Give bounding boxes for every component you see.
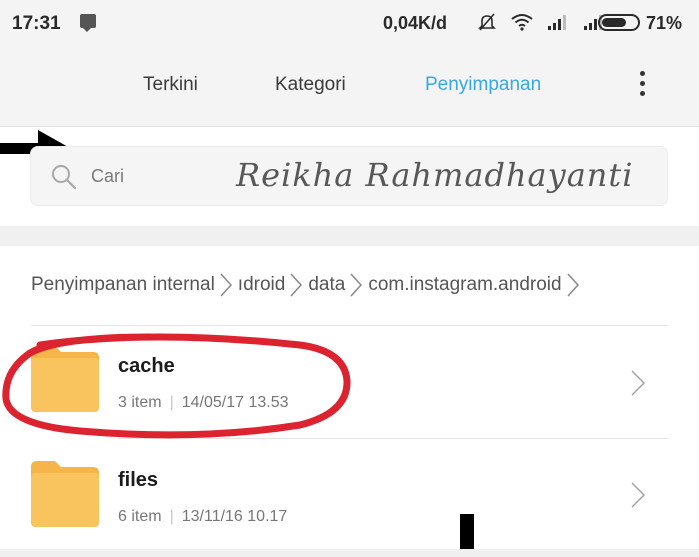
- search-input[interactable]: [91, 161, 211, 191]
- status-bar: 17:31 0,04K/d 71%: [0, 0, 699, 46]
- file-name: files: [118, 469, 159, 491]
- more-dot-icon: [639, 91, 645, 96]
- breadcrumb-chevron-icon: [290, 273, 303, 297]
- silent-icon: [478, 13, 496, 31]
- folder-icon: [31, 461, 99, 527]
- section-spacer: [0, 226, 699, 246]
- file-date: 14/05/17 13.53: [181, 394, 289, 411]
- more-dot-icon: [639, 71, 645, 76]
- signal-icon: [548, 15, 566, 30]
- breadcrumb-item[interactable]: data: [308, 274, 345, 296]
- bbm-icon: [80, 14, 96, 32]
- tab-category[interactable]: Kategori: [275, 74, 346, 96]
- battery-percent: 71%: [646, 13, 683, 33]
- folder-icon: [31, 346, 99, 412]
- chevron-right-icon: [631, 482, 645, 508]
- breadcrumb-item[interactable]: Penyimpanan internal: [31, 274, 215, 296]
- more-dot-icon: [639, 81, 645, 86]
- status-time: 17:31: [12, 13, 61, 34]
- battery-icon: [598, 14, 640, 31]
- breadcrumb-chevron-icon: [220, 273, 232, 297]
- file-meta: 3 item | 14/05/17 13.53: [118, 394, 289, 411]
- battery-level: [602, 18, 627, 27]
- breadcrumb-chevron-icon: [567, 273, 579, 297]
- breadcrumb-item[interactable]: com.instagram.android: [368, 274, 561, 296]
- tab-storage[interactable]: Penyimpanan: [425, 74, 541, 96]
- file-name: cache: [118, 355, 175, 377]
- status-icons: [477, 11, 605, 33]
- chevron-right-icon: [631, 370, 645, 396]
- header-divider: [0, 126, 699, 127]
- more-options-button[interactable]: [636, 68, 648, 102]
- file-item-count: 6 item: [118, 508, 162, 525]
- file-date: 13/11/16 10.17: [181, 508, 288, 525]
- search-icon: [52, 165, 77, 190]
- breadcrumb-chevron-icon: [350, 273, 363, 297]
- tab-bar: Terkini Kategori Penyimpanan: [0, 46, 699, 126]
- file-item-count: 3 item: [118, 394, 162, 411]
- file-row[interactable]: cache 3 item | 14/05/17 13.53: [0, 326, 699, 438]
- file-meta: 6 item | 13/11/16 10.17: [118, 508, 288, 525]
- network-speed: 0,04K/d: [383, 13, 448, 33]
- wifi-icon: [511, 14, 533, 31]
- watermark-text: Reikha Rahmadhayanti: [236, 156, 634, 194]
- breadcrumb: Penyimpanan internal ıdroid data com.ins…: [31, 272, 585, 298]
- bottom-band: [0, 549, 699, 557]
- breadcrumb-item[interactable]: ıdroid: [238, 274, 286, 296]
- file-row[interactable]: files 6 item | 13/11/16 10.17: [0, 439, 699, 551]
- tab-recent[interactable]: Terkini: [143, 74, 198, 96]
